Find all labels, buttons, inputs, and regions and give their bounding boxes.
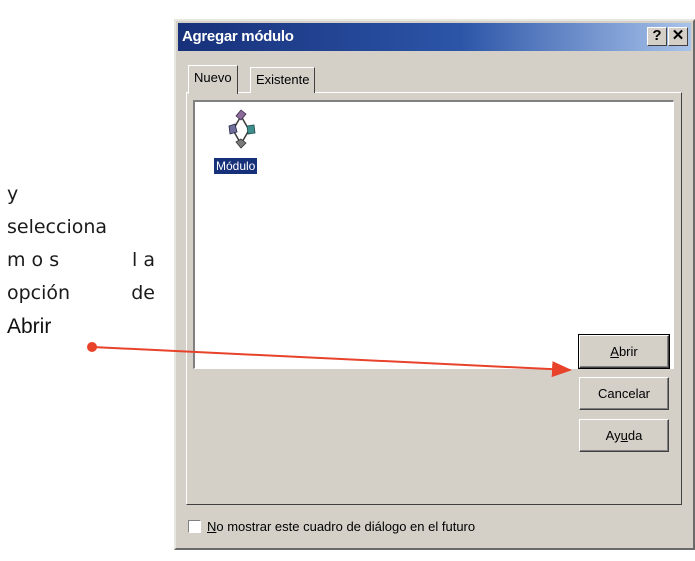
dont-show-again-checkbox[interactable] <box>188 519 201 533</box>
annotation-line-5: Abrir <box>7 315 52 338</box>
tab-existente[interactable]: Existente <box>250 67 316 93</box>
annotation-text: y selecciona m o s l a opción de Abrir <box>7 178 155 343</box>
arrow-origin-dot <box>87 342 97 352</box>
template-list[interactable]: Módulo <box>193 100 674 369</box>
add-module-dialog: Agregar módulo ? ✕ Nuevo Existente Módul… <box>174 19 695 550</box>
title-bar[interactable]: Agregar módulo ? ✕ <box>178 23 691 51</box>
annotation-line-1: y <box>7 183 19 205</box>
close-icon: ✕ <box>671 27 685 44</box>
close-button[interactable]: ✕ <box>668 27 688 46</box>
dont-show-again-label: No mostrar este cuadro de diálogo en el … <box>207 518 476 534</box>
dialog-title: Agregar módulo <box>182 28 294 45</box>
annotation-line-2: selecciona <box>7 216 108 238</box>
module-label: Módulo <box>214 158 258 174</box>
dont-show-again-row[interactable]: No mostrar este cuadro de diálogo en el … <box>188 518 475 534</box>
tab-nuevo[interactable]: Nuevo <box>188 65 238 94</box>
help-dialog-button[interactable]: Ayuda <box>579 419 669 452</box>
help-button[interactable]: ? <box>647 27 667 46</box>
open-button[interactable]: Abrir <box>578 334 670 369</box>
vba-module-icon <box>228 109 256 149</box>
annotation-line-4: opción de <box>7 282 155 304</box>
annotation-line-3: m o s l a <box>7 249 155 271</box>
cancel-button[interactable]: Cancelar <box>579 377 669 410</box>
